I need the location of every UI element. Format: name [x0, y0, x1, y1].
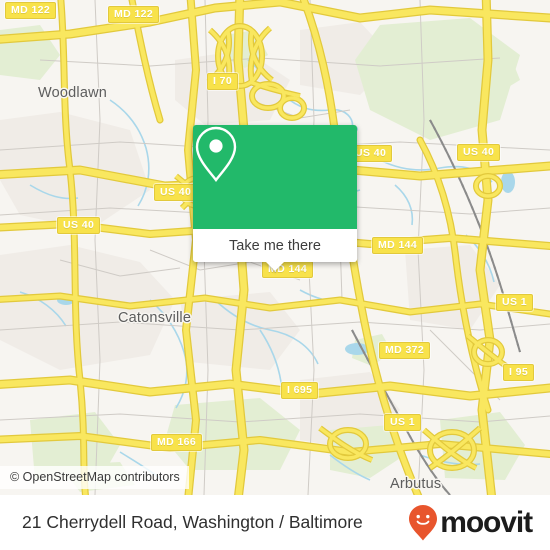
osm-attribution[interactable]: © OpenStreetMap contributors [0, 466, 189, 489]
location-popup-card[interactable]: Take me there [193, 125, 357, 271]
highway-shield-md-122-west[interactable]: MD 122 [5, 2, 57, 19]
highway-shield-md-144-east[interactable]: MD 144 [372, 237, 424, 254]
highway-shield-us-1-south[interactable]: US 1 [384, 414, 421, 431]
place-label-arbutus: Arbutus [390, 476, 442, 492]
footer-bar: 21 Cherrydell Road, Washington / Baltimo… [0, 495, 550, 550]
place-label-woodlawn: Woodlawn [38, 85, 108, 101]
popup-header [193, 125, 357, 229]
highway-shield-us-40-far-east[interactable]: US 40 [457, 144, 501, 161]
highway-shield-us-40-west[interactable]: US 40 [57, 217, 101, 234]
highway-shield-i-95[interactable]: I 95 [503, 364, 535, 381]
take-me-there-label: Take me there [229, 237, 321, 254]
highway-shield-md-122-east[interactable]: MD 122 [108, 6, 160, 23]
highway-shield-i-695[interactable]: I 695 [281, 382, 319, 399]
map-canvas[interactable]: Woodlawn Catonsville Arbutus MD 122 MD 1… [0, 0, 550, 495]
place-label-catonsville: Catonsville [118, 310, 192, 326]
highway-shield-us-1-east[interactable]: US 1 [496, 294, 533, 311]
highway-shield-md-166[interactable]: MD 166 [151, 434, 203, 451]
moovit-brand[interactable]: moovit [408, 504, 533, 542]
highway-shield-md-372[interactable]: MD 372 [379, 342, 431, 359]
moovit-map-screen: Woodlawn Catonsville Arbutus MD 122 MD 1… [0, 0, 550, 550]
take-me-there-button[interactable]: Take me there [193, 229, 357, 262]
map-pin-icon [195, 126, 237, 182]
highway-shield-i-70[interactable]: I 70 [207, 73, 239, 90]
moovit-smiley-pin-icon [409, 504, 438, 540]
highway-shield-us-40-mid[interactable]: US 40 [154, 184, 198, 201]
moovit-wordmark: moovit [440, 505, 533, 539]
address-title: 21 Cherrydell Road, Washington / Baltimo… [22, 512, 363, 532]
popup-pointer-tail [266, 262, 284, 271]
